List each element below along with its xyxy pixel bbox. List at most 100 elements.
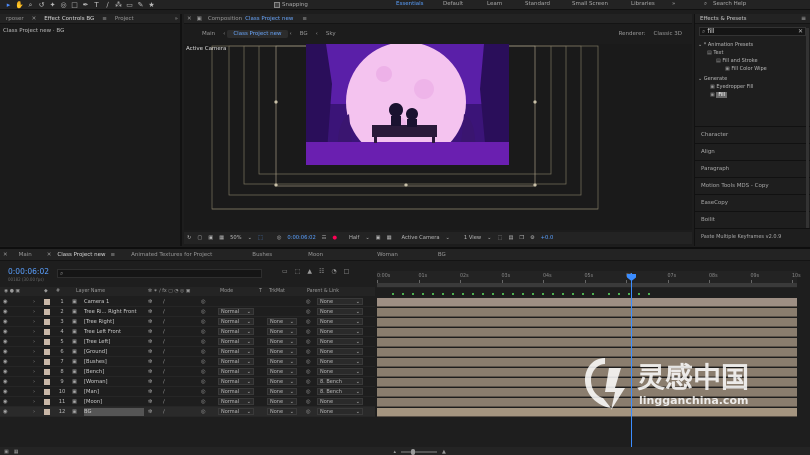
label-color-swatch[interactable]: [44, 299, 50, 305]
zoom-dropdown[interactable]: 50%: [230, 235, 242, 241]
label-color-swatch[interactable]: [44, 329, 50, 335]
parent-dropdown[interactable]: 8. Bench ⌄: [317, 388, 363, 395]
current-time[interactable]: 0:00:06:02: [287, 235, 315, 241]
motion-blur-icon[interactable]: ◔: [331, 268, 336, 275]
keyframe-marker[interactable]: [522, 293, 524, 295]
mode-dropdown[interactable]: Normal ⌄: [218, 348, 254, 355]
parent-dropdown[interactable]: None ⌄: [317, 358, 363, 365]
label-color-swatch[interactable]: [44, 389, 50, 395]
tab-class-project-new[interactable]: Class Project new: [54, 252, 108, 258]
panel-character[interactable]: Character: [695, 126, 810, 143]
chevron-right-icon[interactable]: ›: [33, 338, 35, 346]
eye-icon[interactable]: ◉: [3, 298, 8, 306]
pickwhip-icon[interactable]: ◎: [306, 308, 311, 316]
chevron-down-icon[interactable]: ⌄: [365, 235, 369, 241]
keyframe-marker[interactable]: [462, 293, 464, 295]
workspace-overflow-icon[interactable]: »: [672, 1, 675, 7]
shy-switch-icon[interactable]: ❇: [148, 378, 152, 386]
parent-dropdown[interactable]: None ⌄: [317, 408, 363, 415]
workspace-default[interactable]: Default: [443, 1, 463, 7]
panel-menu-icon[interactable]: ≡: [100, 16, 109, 22]
layer-row[interactable]: ◉ › 5 ▣ [Tree Left] ❇ ∕ ◎ Normal ⌄ None ⌄ ◎ None ⌄: [0, 337, 375, 347]
layer-name[interactable]: [Tree Left]: [84, 338, 144, 346]
eye-icon[interactable]: ◉: [3, 318, 8, 326]
layer-duration-bar[interactable]: [377, 308, 797, 317]
eye-icon[interactable]: ◉: [3, 338, 8, 346]
mode-dropdown[interactable]: Normal ⌄: [218, 368, 254, 375]
effects-title[interactable]: Effects & Presets: [700, 16, 747, 22]
layer-name[interactable]: Camera 1: [84, 298, 144, 306]
camera-tool-icon[interactable]: ✦: [48, 1, 57, 10]
quality-switch-icon[interactable]: ∕: [163, 368, 165, 376]
layer-name[interactable]: [Woman]: [84, 378, 144, 386]
resolution-dropdown[interactable]: Half: [349, 235, 359, 241]
toggle-modes-icon[interactable]: ▦: [14, 449, 19, 455]
keyframe-marker[interactable]: [582, 293, 584, 295]
grid-icon[interactable]: ▦: [219, 235, 224, 241]
shy-switch-icon[interactable]: ❇: [148, 368, 152, 376]
close-icon[interactable]: ✕: [0, 252, 11, 258]
shy-switch-icon[interactable]: ❇: [148, 388, 152, 396]
trkmat-dropdown[interactable]: None ⌄: [267, 408, 297, 415]
layer-name[interactable]: Tree Left Front: [84, 328, 144, 336]
label-color-swatch[interactable]: [44, 359, 50, 365]
trkmat-dropdown[interactable]: None ⌄: [267, 398, 297, 405]
mode-dropdown[interactable]: Normal ⌄: [218, 388, 254, 395]
roto-brush-tool-icon[interactable]: ✎: [136, 1, 145, 10]
eye-icon[interactable]: ◉: [3, 398, 8, 406]
keyframe-marker[interactable]: [628, 293, 630, 295]
label-color-swatch[interactable]: [44, 349, 50, 355]
parent-dropdown[interactable]: None ⌄: [317, 308, 363, 315]
pickwhip-icon[interactable]: ◎: [306, 408, 311, 416]
3d-layer-icon[interactable]: ◎: [201, 318, 206, 326]
chevron-right-icon[interactable]: ›: [33, 308, 35, 316]
fast-preview-icon[interactable]: ▤: [508, 235, 513, 241]
panel-menu-icon[interactable]: ≡: [801, 15, 806, 22]
panel-easecopy[interactable]: EaseCopy: [695, 194, 810, 211]
crumb-class-project-new[interactable]: Class Project new: [227, 30, 288, 38]
shy-switch-icon[interactable]: ❇: [148, 318, 152, 326]
graph-editor-icon[interactable]: □: [344, 268, 350, 275]
quality-switch-icon[interactable]: ∕: [163, 318, 165, 326]
mode-dropdown[interactable]: Normal ⌄: [218, 398, 254, 405]
chevron-right-icon[interactable]: ›: [33, 378, 35, 386]
tree-item-fill[interactable]: ▣ Fill: [698, 91, 810, 99]
trkmat-dropdown[interactable]: None ⌄: [267, 368, 297, 375]
tab-bg[interactable]: BG: [428, 252, 456, 258]
tab-woman[interactable]: Woman: [363, 252, 428, 258]
camera-dropdown[interactable]: Active Camera: [401, 235, 439, 241]
tab-composition-label[interactable]: Composition: [204, 16, 242, 22]
chevron-right-icon[interactable]: ›: [33, 358, 35, 366]
chevron-right-icon[interactable]: ›: [33, 318, 35, 326]
mode-dropdown[interactable]: Normal ⌄: [218, 408, 254, 415]
keyframe-marker[interactable]: [412, 293, 414, 295]
3d-layer-icon[interactable]: ◎: [201, 328, 206, 336]
keyframe-marker[interactable]: [402, 293, 404, 295]
label-color-swatch[interactable]: [44, 309, 50, 315]
parent-dropdown[interactable]: None ⌄: [317, 398, 363, 405]
transparency-grid-icon[interactable]: ▦: [387, 235, 392, 241]
snapshot-icon[interactable]: ◎: [277, 235, 282, 241]
zoom-in-icon[interactable]: ▲: [442, 449, 446, 455]
draft-3d-icon[interactable]: ⬚: [295, 268, 301, 275]
keyframe-marker[interactable]: [502, 293, 504, 295]
keyframe-marker[interactable]: [542, 293, 544, 295]
keyframe-marker[interactable]: [648, 293, 650, 295]
workspace-essentials[interactable]: Essentials: [396, 1, 424, 7]
layer-duration-bar[interactable]: [377, 328, 797, 337]
trkmat-dropdown[interactable]: None ⌄: [267, 328, 297, 335]
layer-row[interactable]: ◉ › 12 ▣ BG ❇ ∕ ◎ Normal ⌄ None ⌄ ◎ None ⌄: [0, 407, 375, 417]
brush-tool-icon[interactable]: ∕: [103, 1, 112, 10]
mode-dropdown[interactable]: Normal ⌄: [218, 328, 254, 335]
chevron-right-icon[interactable]: ›: [33, 298, 35, 306]
quality-switch-icon[interactable]: ∕: [163, 348, 165, 356]
trkmat-dropdown[interactable]: None ⌄: [267, 338, 297, 345]
layer-name[interactable]: [Man]: [84, 388, 144, 396]
overflow-icon[interactable]: »: [173, 16, 180, 22]
tab-moon[interactable]: Moon: [302, 252, 363, 258]
quality-switch-icon[interactable]: ∕: [163, 328, 165, 336]
tab-composition-name[interactable]: Class Project new: [242, 16, 296, 22]
close-icon[interactable]: ✕: [184, 16, 195, 22]
quality-switch-icon[interactable]: ∕: [163, 388, 165, 396]
tree-item-generate[interactable]: ⌄ Generate: [698, 75, 810, 83]
